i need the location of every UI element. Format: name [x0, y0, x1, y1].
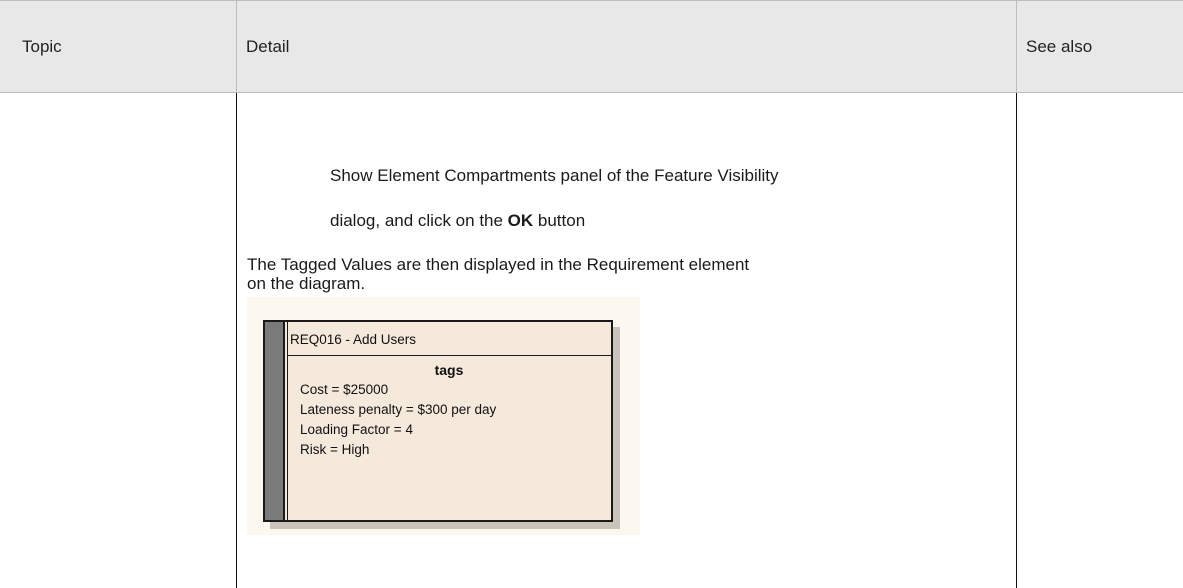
column-divider-topic-detail [236, 93, 237, 588]
documentation-table: Topic Detail See also Show Element Compa… [0, 0, 1183, 588]
requirement-element-divider [287, 355, 611, 356]
header-topic: Topic [22, 37, 62, 56]
table-header-row: Topic Detail See also [0, 0, 1183, 93]
detail-paragraph-line-2: on the diagram. [247, 274, 366, 293]
requirement-element: REQ016 - Add Users tags Cost = $25000 La… [263, 320, 613, 522]
detail-step-text-end: button [533, 211, 586, 230]
header-column-divider [1016, 0, 1017, 93]
detail-step-text: dialog, and click on the [330, 211, 508, 230]
tag-value: Loading Factor = 4 [300, 422, 413, 437]
header-see-also: See also [1026, 37, 1093, 56]
requirement-element-side-bar [265, 322, 285, 520]
tags-compartment-title: tags [434, 362, 464, 378]
column-divider-detail-seealso [1016, 93, 1017, 588]
header-column-divider [236, 0, 237, 93]
tag-value: Cost = $25000 [300, 382, 389, 397]
tag-value: Risk = High [300, 442, 370, 457]
ok-button-reference: OK [507, 211, 534, 230]
detail-step-line-1: Show Element Compartments panel of the F… [330, 166, 779, 185]
header-detail: Detail [246, 37, 290, 56]
tag-value: Lateness penalty = $300 per day [300, 402, 497, 417]
requirement-element-title: REQ016 - Add Users [290, 332, 417, 347]
requirement-element-bar-line [287, 322, 288, 520]
detail-step-line-2: dialog, and click on the OK button [330, 210, 585, 232]
